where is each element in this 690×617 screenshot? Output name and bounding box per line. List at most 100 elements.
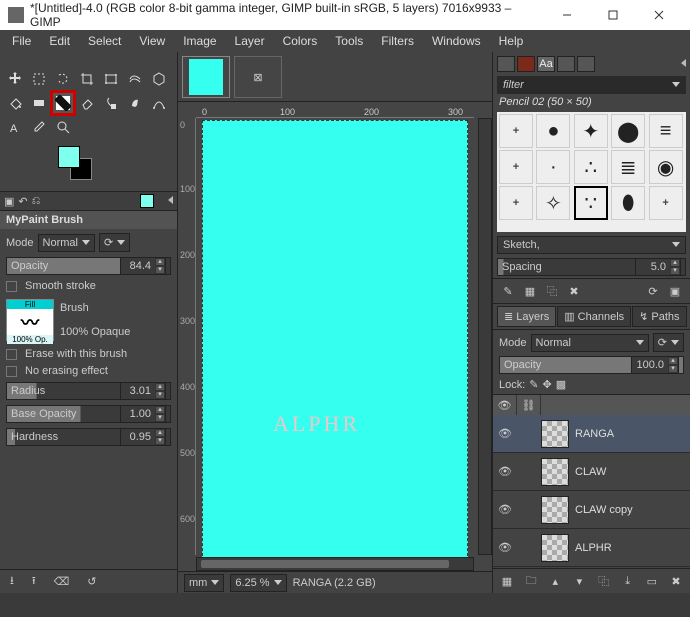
crop-tool[interactable] bbox=[76, 68, 98, 90]
eye-icon[interactable]: 👁 bbox=[493, 503, 517, 516]
base-opacity-value[interactable]: 1.00 bbox=[121, 406, 155, 422]
brush-filter-input[interactable]: filter bbox=[497, 76, 686, 94]
channels-tab[interactable]: ▥Channels bbox=[557, 306, 631, 327]
bucket-fill-tool[interactable] bbox=[4, 92, 26, 114]
lock-position-icon[interactable]: ✥ bbox=[543, 378, 552, 391]
layer-mode-combo[interactable]: Normal bbox=[531, 334, 649, 352]
menu-layer[interactable]: Layer bbox=[227, 32, 273, 50]
lock-pixels-icon[interactable]: ✎ bbox=[529, 378, 538, 391]
ruler-horizontal[interactable]: 0 100 200 300 bbox=[196, 102, 474, 118]
ruler-vertical[interactable]: 0 100 200 300 400 500 600 bbox=[178, 118, 196, 555]
layer-name[interactable]: CLAW bbox=[575, 466, 606, 478]
foreground-color[interactable] bbox=[58, 146, 80, 168]
paths-tab[interactable]: ↯Paths bbox=[632, 306, 686, 327]
layer-mode-switch[interactable]: ⟳ bbox=[653, 333, 684, 352]
reset-preset-icon[interactable]: ↺ bbox=[87, 575, 96, 588]
refresh-brushes-icon[interactable]: ⟳ bbox=[644, 283, 662, 299]
smudge-tool[interactable] bbox=[124, 92, 146, 114]
menu-select[interactable]: Select bbox=[80, 32, 129, 50]
layer-name[interactable]: CLAW copy bbox=[575, 504, 633, 516]
spacing-value[interactable]: 5.0 bbox=[636, 259, 670, 275]
rect-select-tool[interactable] bbox=[28, 68, 50, 90]
layers-tab[interactable]: ≣Layers bbox=[497, 306, 556, 327]
delete-layer-icon[interactable]: ✖ bbox=[668, 573, 684, 589]
duplicate-layer-icon[interactable]: ⿻ bbox=[596, 573, 612, 589]
gradients-tab[interactable] bbox=[577, 56, 595, 72]
base-opacity-slider[interactable]: Base Opacity 1.00▴▾ bbox=[6, 405, 171, 423]
path-tool[interactable] bbox=[148, 92, 170, 114]
mypaint-brush-tool[interactable] bbox=[52, 92, 74, 114]
color-picker-tool[interactable] bbox=[28, 116, 50, 138]
menu-filters[interactable]: Filters bbox=[373, 32, 422, 50]
edit-brush-icon[interactable]: ✎ bbox=[499, 283, 517, 299]
lock-alpha-icon[interactable]: ▩ bbox=[556, 378, 566, 391]
menu-tools[interactable]: Tools bbox=[327, 32, 371, 50]
active-color-chip[interactable] bbox=[140, 194, 154, 208]
delete-preset-icon[interactable]: ⌫ bbox=[54, 575, 70, 588]
image-tab-1[interactable] bbox=[182, 56, 230, 98]
undo-history-tab[interactable]: ↶ bbox=[18, 195, 27, 208]
transform-tool[interactable] bbox=[100, 68, 122, 90]
opacity-value[interactable]: 84.4 bbox=[121, 258, 155, 274]
raise-layer-icon[interactable]: ▴ bbox=[547, 573, 563, 589]
dock-menu-right-icon[interactable] bbox=[677, 58, 686, 70]
gradient-tool[interactable] bbox=[28, 92, 50, 114]
menu-edit[interactable]: Edit bbox=[41, 32, 78, 50]
close-button[interactable] bbox=[636, 1, 682, 30]
eye-icon[interactable]: 👁 bbox=[493, 427, 517, 440]
restore-preset-icon[interactable]: ⭱ bbox=[32, 572, 36, 591]
menu-help[interactable]: Help bbox=[491, 32, 532, 50]
smooth-stroke-checkbox[interactable] bbox=[6, 281, 17, 292]
layer-opacity-slider[interactable]: Opacity 100.0▴▾ bbox=[499, 356, 684, 374]
menu-file[interactable]: File bbox=[4, 32, 39, 50]
layer-name[interactable]: RANGA bbox=[575, 428, 614, 440]
layer-row[interactable]: 👁 ALPHR bbox=[493, 529, 690, 567]
radius-value[interactable]: 3.01 bbox=[121, 383, 155, 399]
new-layer-icon[interactable]: ▦ bbox=[499, 573, 515, 589]
hardness-slider[interactable]: Hardness 0.95▴▾ bbox=[6, 428, 171, 446]
history-tab[interactable] bbox=[557, 56, 575, 72]
brush-grid[interactable]: +●✦⬤≡ +·∴≣◉ +✧∵⬮+ bbox=[497, 112, 686, 232]
layer-row[interactable]: 👁 RANGA bbox=[493, 415, 690, 453]
patterns-tab[interactable] bbox=[517, 56, 535, 72]
layer-row[interactable]: 👁 CLAW copy bbox=[493, 491, 690, 529]
horizontal-scrollbar[interactable] bbox=[196, 557, 474, 571]
clone-tool[interactable] bbox=[100, 92, 122, 114]
new-group-icon[interactable]: 🗀 bbox=[523, 573, 539, 589]
warp-tool[interactable] bbox=[124, 68, 146, 90]
blend-mode-combo[interactable]: Normal bbox=[38, 234, 95, 252]
dock-menu-icon[interactable] bbox=[164, 195, 173, 207]
save-preset-icon[interactable]: ⭳ bbox=[10, 572, 14, 591]
merge-down-icon[interactable]: ⤓ bbox=[620, 573, 636, 589]
eraser-tool[interactable] bbox=[76, 92, 98, 114]
device-tab[interactable]: ⎌ bbox=[32, 195, 41, 208]
zoom-tool[interactable] bbox=[52, 116, 74, 138]
unit-combo[interactable]: mm bbox=[184, 574, 224, 592]
menu-image[interactable]: Image bbox=[175, 32, 224, 50]
layer-name[interactable]: ALPHR bbox=[575, 542, 612, 554]
cage-tool[interactable] bbox=[148, 68, 170, 90]
canvas[interactable]: ALPHR bbox=[202, 120, 468, 566]
fonts-tab[interactable]: Aa bbox=[537, 56, 555, 72]
color-swatches[interactable] bbox=[58, 146, 177, 191]
eye-icon[interactable]: 👁 bbox=[493, 465, 517, 478]
free-select-tool[interactable] bbox=[52, 68, 74, 90]
menu-colors[interactable]: Colors bbox=[275, 32, 326, 50]
layer-opacity-value[interactable]: 100.0 bbox=[632, 357, 668, 373]
lower-layer-icon[interactable]: ▾ bbox=[571, 573, 587, 589]
duplicate-brush-icon[interactable]: ⿻ bbox=[543, 283, 561, 299]
zoom-combo[interactable]: 6.25 % bbox=[230, 574, 286, 592]
brush-tag-combo[interactable]: Sketch, bbox=[497, 236, 686, 254]
menu-windows[interactable]: Windows bbox=[424, 32, 489, 50]
minimize-button[interactable] bbox=[544, 1, 590, 30]
eye-icon[interactable]: 👁 bbox=[493, 541, 517, 554]
erase-with-brush-checkbox[interactable] bbox=[6, 349, 17, 360]
blend-switch-button[interactable]: ⟳ bbox=[99, 233, 130, 252]
opacity-slider[interactable]: Opacity 84.4▴▾ bbox=[6, 257, 171, 275]
no-erasing-checkbox[interactable] bbox=[6, 366, 17, 377]
new-brush-icon[interactable]: ▦ bbox=[521, 283, 539, 299]
tool-options-tab[interactable]: ▣ bbox=[4, 195, 14, 208]
radius-slider[interactable]: Radius 3.01▴▾ bbox=[6, 382, 171, 400]
hardness-value[interactable]: 0.95 bbox=[121, 429, 155, 445]
brushes-tab[interactable] bbox=[497, 56, 515, 72]
